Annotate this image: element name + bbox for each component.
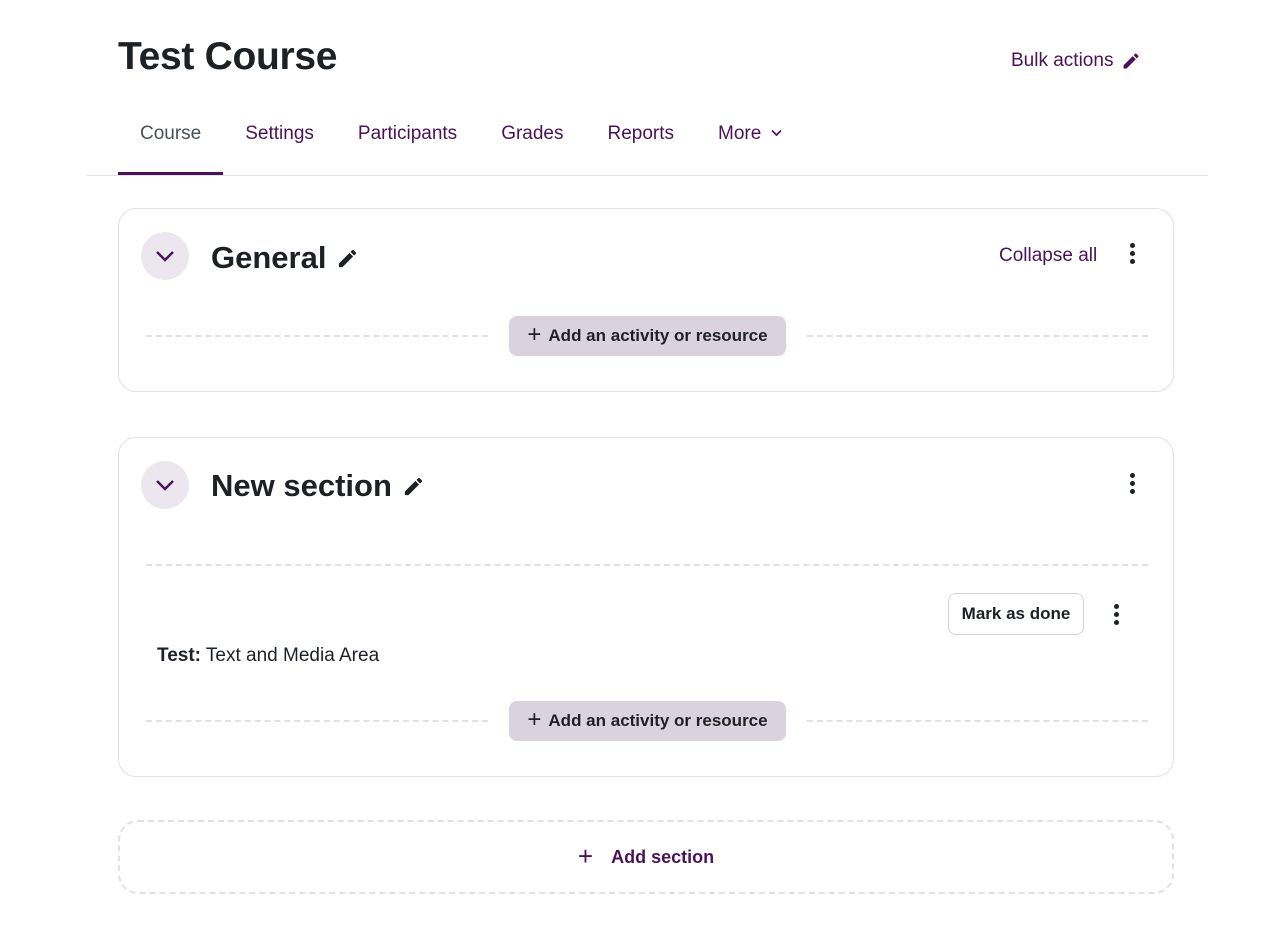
chevron-down-icon [156,251,174,262]
section-collapse-button[interactable] [141,232,189,280]
tab-label: Grades [501,123,564,144]
chevron-down-icon [156,480,174,491]
section-collapse-button[interactable] [141,461,189,509]
add-activity-button[interactable]: + Add an activity or resource [509,316,786,356]
tab-label: Participants [357,123,458,144]
collapse-all-link[interactable]: Collapse all [999,245,1097,267]
plus-icon: + [527,320,542,348]
plus-icon: + [527,705,542,733]
course-tabs: Course Settings Participants Grades Repo… [118,112,804,176]
divider-line [146,564,1148,566]
kebab-menu-icon[interactable] [1122,468,1142,498]
page-title: Test Course [118,35,338,78]
tab-label: Settings [245,123,314,144]
kebab-menu-icon[interactable] [1106,599,1126,629]
divider-line [146,720,488,722]
add-section-button[interactable]: + Add section [118,820,1174,894]
bulk-actions-label: Bulk actions [1011,50,1114,71]
tab-settings[interactable]: Settings [223,112,336,176]
kebab-menu-icon[interactable] [1122,238,1142,268]
bulk-actions-button[interactable]: Bulk actions [1011,46,1141,76]
section-title: New section [211,464,425,508]
tab-label: Course [140,123,202,144]
section-title: General [211,236,359,280]
section-title-text: General [211,240,327,275]
divider-line [146,335,488,337]
pencil-icon[interactable] [336,247,359,270]
divider-line [807,720,1148,722]
divider-line [807,335,1148,337]
plus-icon: + [577,840,594,871]
chevron-down-icon [771,129,782,137]
activity-name-text: Text and Media Area [205,645,380,666]
tab-label: More [718,123,762,144]
tab-course[interactable]: Course [118,112,224,176]
mark-as-done-button[interactable]: Mark as done [948,593,1084,635]
add-section-label: Add section [611,846,715,867]
add-activity-label: Add an activity or resource [548,711,768,730]
section-general: General Collapse all + Add an activity o… [118,208,1174,392]
add-activity-label: Add an activity or resource [548,326,768,345]
section-new-section: New section Mark as done Test: Text and … [118,437,1174,777]
section-title-text: New section [211,468,392,503]
pencil-icon[interactable] [402,475,425,498]
tab-participants[interactable]: Participants [336,112,479,176]
add-activity-button[interactable]: + Add an activity or resource [509,701,786,741]
tab-more[interactable]: More [696,112,804,176]
activity-item[interactable]: Test: Text and Media Area [157,645,379,667]
activity-name-label: Test: [157,645,201,666]
pencil-icon [1123,53,1139,69]
tab-label: Reports [607,123,675,144]
tabs-divider [87,175,1208,176]
tab-reports[interactable]: Reports [586,112,697,176]
tab-grades[interactable]: Grades [479,112,585,176]
